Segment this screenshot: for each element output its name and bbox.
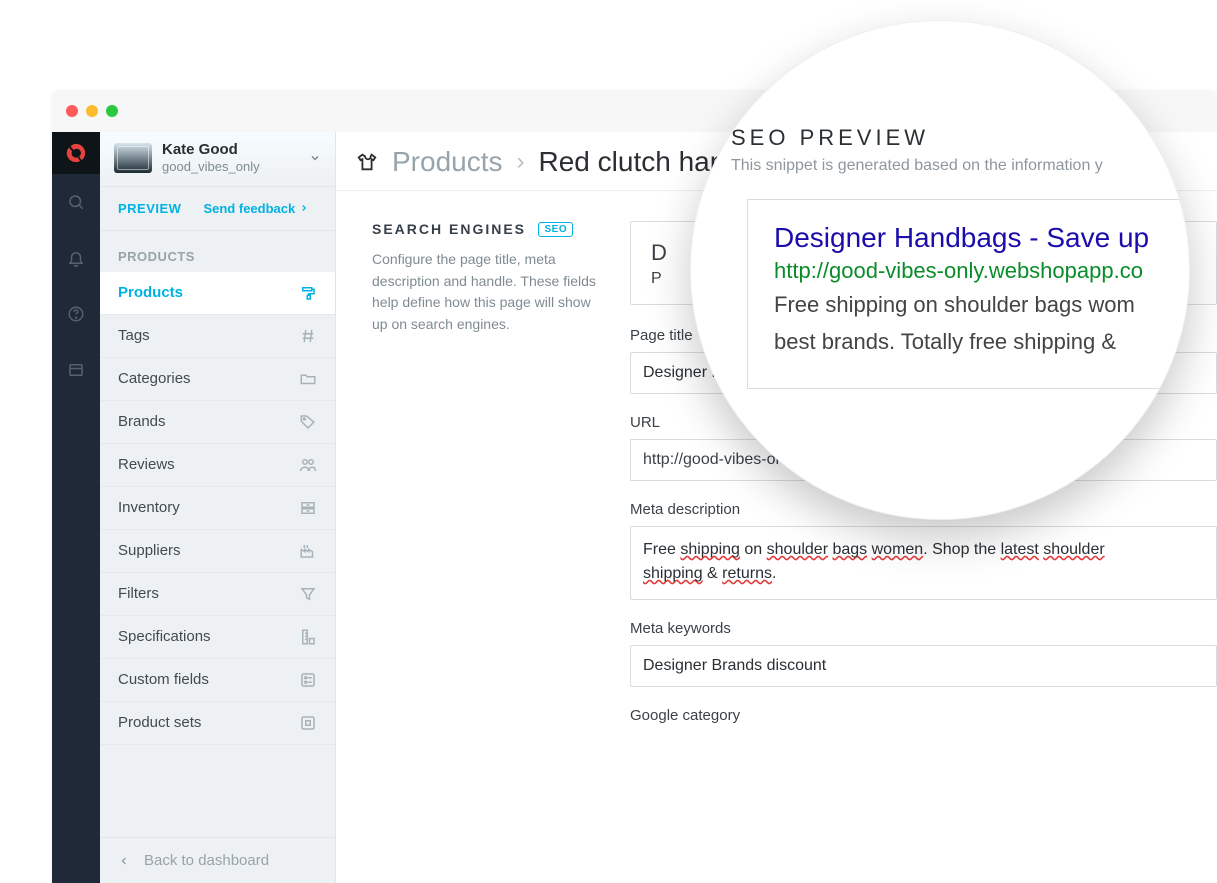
meta-keywords-label: Meta keywords — [630, 620, 1217, 637]
chevron-right-icon: › — [517, 148, 525, 176]
magnifier-heading: SEO PREVIEW — [691, 125, 1189, 151]
seo-badge: SEO — [538, 222, 573, 237]
shirt-icon — [356, 151, 378, 173]
paint-icon — [299, 284, 317, 302]
sidebar: Kate Good good_vibes_only PREVIEW Send f… — [100, 132, 336, 883]
rail-help-icon[interactable] — [52, 286, 100, 342]
google-category-label: Google category — [630, 707, 1217, 724]
back-to-dashboard-label: Back to dashboard — [144, 852, 269, 869]
magnifier-google-desc1: Free shipping on shoulder bags wom — [774, 290, 1190, 321]
sidebar-item-suppliers[interactable]: Suppliers — [100, 530, 335, 573]
sidebar-item-reviews[interactable]: Reviews — [100, 444, 335, 487]
sidebar-item-label: Product sets — [118, 714, 201, 731]
rail-bell-icon[interactable] — [52, 230, 100, 286]
window-min-dot[interactable] — [86, 105, 98, 117]
sidebar-item-inventory[interactable]: Inventory — [100, 487, 335, 530]
ruler-icon — [299, 628, 317, 646]
breadcrumb-root[interactable]: Products — [392, 146, 503, 178]
magnifier-google-desc2: best brands. Totally free shipping & — [774, 327, 1190, 358]
sidebar-item-label: Suppliers — [118, 542, 181, 559]
chevron-down-icon — [309, 152, 321, 164]
tag-icon — [299, 413, 317, 431]
people-icon — [299, 456, 317, 474]
meta-description-input[interactable]: Free shipping on shoulder bags women. Sh… — [630, 526, 1217, 600]
tab-preview[interactable]: PREVIEW — [118, 201, 181, 216]
sidebar-item-product-sets[interactable]: Product sets — [100, 702, 335, 745]
rail-panel-icon[interactable] — [52, 342, 100, 398]
sidebar-item-tags[interactable]: Tags — [100, 315, 335, 358]
drawer-icon — [299, 499, 317, 517]
section-heading: SEARCH ENGINES — [372, 221, 526, 237]
sidebar-item-label: Brands — [118, 413, 166, 430]
magnifier-google-url: http://good-vibes-only.webshopapp.co — [774, 258, 1190, 284]
send-feedback-link[interactable]: Send feedback — [203, 201, 309, 216]
filter-icon — [299, 585, 317, 603]
sidebar-item-label: Categories — [118, 370, 191, 387]
sidebar-item-label: Products — [118, 284, 183, 301]
account-switcher[interactable]: Kate Good good_vibes_only — [100, 132, 335, 187]
sidebar-item-label: Filters — [118, 585, 159, 602]
factory-icon — [299, 542, 317, 560]
logo-icon[interactable] — [52, 132, 100, 174]
sidebar-item-brands[interactable]: Brands — [100, 401, 335, 444]
rail-search-icon[interactable] — [52, 174, 100, 230]
sidebar-item-products[interactable]: Products — [100, 272, 335, 315]
sidebar-item-label: Inventory — [118, 499, 180, 516]
folder-icon — [299, 370, 317, 388]
back-to-dashboard[interactable]: Back to dashboard — [100, 837, 335, 883]
sidebar-item-label: Custom fields — [118, 671, 209, 688]
form-icon — [299, 671, 317, 689]
account-name: Kate Good — [162, 142, 260, 159]
avatar — [114, 143, 152, 173]
magnifier-overlay: SEO PREVIEW This snippet is generated ba… — [690, 20, 1190, 520]
sidebar-item-label: Reviews — [118, 456, 175, 473]
hash-icon — [299, 327, 317, 345]
section-description: Configure the page title, meta descripti… — [372, 249, 604, 336]
sidebar-item-filters[interactable]: Filters — [100, 573, 335, 616]
sidebar-item-categories[interactable]: Categories — [100, 358, 335, 401]
window-close-dot[interactable] — [66, 105, 78, 117]
magnifier-card: Designer Handbags - Save up http://good-… — [747, 199, 1190, 389]
sidebar-item-label: Tags — [118, 327, 150, 344]
magnifier-sub: This snippet is generated based on the i… — [691, 151, 1189, 175]
sidebar-item-custom-fields[interactable]: Custom fields — [100, 659, 335, 702]
meta-keywords-input[interactable] — [630, 645, 1217, 687]
sidebar-item-specifications[interactable]: Specifications — [100, 616, 335, 659]
box-icon — [299, 714, 317, 732]
sidebar-item-label: Specifications — [118, 628, 211, 645]
send-feedback-label: Send feedback — [203, 201, 295, 216]
nav-rail — [52, 132, 100, 883]
account-handle: good_vibes_only — [162, 159, 260, 174]
sidebar-section-label: PRODUCTS — [100, 231, 335, 272]
window-max-dot[interactable] — [106, 105, 118, 117]
magnifier-google-title: Designer Handbags - Save up — [774, 222, 1190, 254]
